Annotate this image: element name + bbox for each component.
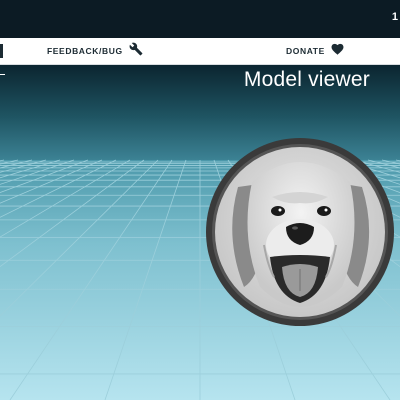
model-viewport[interactable]: Model viewer bbox=[0, 65, 400, 400]
nav-left-edge bbox=[0, 44, 3, 58]
wrench-icon bbox=[129, 42, 143, 61]
top-bar: 1 bbox=[0, 0, 400, 38]
top-bar-text: 1 bbox=[391, 11, 398, 23]
viewport-edge-mark bbox=[0, 74, 5, 75]
feedback-link[interactable]: FEEDBACK/BUG bbox=[47, 38, 143, 64]
heart-icon bbox=[331, 42, 344, 60]
feedback-label: FEEDBACK/BUG bbox=[47, 46, 123, 56]
nav-bar: FEEDBACK/BUG DONATE bbox=[0, 38, 400, 65]
donate-label: DONATE bbox=[286, 46, 325, 56]
dog-icon bbox=[215, 147, 385, 317]
viewer-title: Model viewer bbox=[243, 68, 370, 91]
dog-portrait[interactable] bbox=[202, 127, 398, 337]
donate-link[interactable]: DONATE bbox=[286, 38, 344, 64]
